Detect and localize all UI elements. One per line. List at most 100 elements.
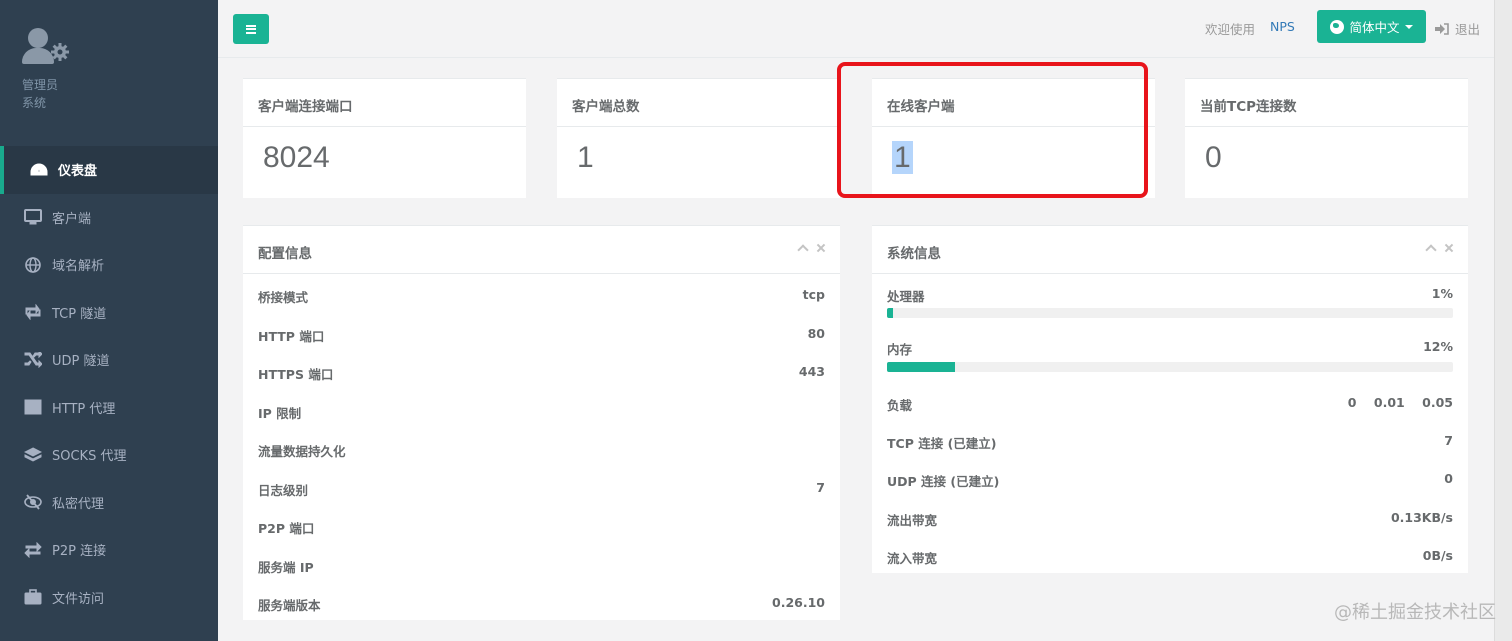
config-key: P2P 端口 xyxy=(258,521,315,536)
red-highlight-annotation xyxy=(837,62,1148,198)
config-panel: 配置信息 桥接模式 tcp HTTP 端口 80 HTTPS 端口 443 IP 限制… xyxy=(243,225,840,620)
cpu-progress-bar xyxy=(887,308,1453,318)
sidebar-item-label: TCP 隧道 xyxy=(52,306,107,322)
language-label: 简体中文 xyxy=(1349,20,1400,35)
profile-role: 管理员 xyxy=(22,78,59,92)
stat-title: 当前TCP连接数 xyxy=(1185,79,1468,127)
stat-value: 1 xyxy=(577,141,594,174)
close-icon[interactable] xyxy=(1444,243,1454,253)
random-icon xyxy=(22,351,44,369)
server-icon xyxy=(22,398,44,416)
eye-slash-icon xyxy=(22,493,44,511)
system-value: 0.13KB/s xyxy=(1390,509,1453,525)
close-icon[interactable] xyxy=(816,243,826,253)
config-key: HTTP 端口 xyxy=(258,328,325,344)
config-value: 443 xyxy=(798,364,825,379)
retweet-icon xyxy=(22,303,44,321)
logout-link[interactable]: 退出 xyxy=(1435,19,1480,38)
system-row: TCP 连接 (已建立) 7 xyxy=(872,419,1468,458)
exchange-icon xyxy=(22,541,44,559)
config-value: tcp xyxy=(802,287,825,302)
sidebar-item-label: HTTP 代理 xyxy=(52,401,116,417)
config-key: 服务端版本 xyxy=(258,598,321,613)
sidebar-item-socks-proxy[interactable]: SOCKS 代理 xyxy=(0,431,218,479)
language-dropdown[interactable]: 简体中文 xyxy=(1317,10,1426,43)
config-row: 日志级别 7 xyxy=(243,468,840,507)
sidebar-item-label: 仪表盘 xyxy=(58,164,98,180)
sign-out-icon xyxy=(1435,22,1449,35)
config-row: 桥接模式 tcp xyxy=(243,275,840,314)
stat-card-tcp-connections: 当前TCP连接数 0 xyxy=(1185,78,1468,198)
memory-progress-fill xyxy=(887,362,955,372)
load-row: 负载 0 0.01 0.05 xyxy=(872,380,1468,419)
load-label: 负载 xyxy=(887,398,913,413)
welcome-text: 欢迎使用 xyxy=(1205,22,1256,37)
sidebar-item-files[interactable]: 文件访问 xyxy=(0,574,218,622)
memory-row: 内存 12% xyxy=(872,327,1468,380)
sidebar-item-tcp[interactable]: TCP 隧道 xyxy=(0,289,218,337)
system-key: 流出带宽 xyxy=(887,512,938,528)
nps-link[interactable]: NPS xyxy=(1270,19,1295,34)
sidebar-item-label: P2P 连接 xyxy=(52,544,107,560)
cpu-progress-fill xyxy=(887,308,893,318)
config-row: HTTP 端口 80 xyxy=(243,314,840,353)
system-row: 流入带宽 0B/s xyxy=(872,534,1468,573)
system-panel: 系统信息 处理器 1% 内存 12% 负载 0 0.01 0.05 TCP 连接… xyxy=(872,225,1468,573)
scrollbar[interactable] xyxy=(1494,0,1512,641)
memory-label: 内存 xyxy=(887,342,913,357)
memory-value: 12% xyxy=(1423,339,1453,354)
sidebar-item-p2p[interactable]: P2P 连接 xyxy=(0,526,218,574)
stat-title: 客户端连接端口 xyxy=(243,79,526,127)
config-value: 80 xyxy=(807,325,825,341)
system-row: 流出带宽 0.13KB/s xyxy=(872,496,1468,535)
config-row: 服务端 IP xyxy=(243,545,840,584)
system-row: UDP 连接 (已建立) 0 xyxy=(872,457,1468,496)
load-1m: 0 xyxy=(1347,395,1357,410)
stat-title: 客户端总数 xyxy=(557,79,840,127)
stat-value: 8024 xyxy=(263,141,330,174)
sidebar-item-label: 文件访问 xyxy=(52,591,105,607)
system-key: 流入带宽 xyxy=(887,551,938,566)
caret-down-icon xyxy=(1404,24,1413,29)
user-gear-icon xyxy=(22,26,74,70)
cpu-label: 处理器 xyxy=(887,289,925,304)
config-row: P2P 端口 xyxy=(243,506,840,545)
layers-icon xyxy=(22,446,44,464)
memory-progress-bar xyxy=(887,362,1453,372)
config-row: 流量数据持久化 xyxy=(243,429,840,468)
watermark: @稀土掘金技术社区 xyxy=(1334,602,1496,623)
sidebar-item-label: 域名解析 xyxy=(52,259,105,275)
panel-title: 配置信息 xyxy=(258,246,312,262)
config-row: HTTPS 端口 443 xyxy=(243,352,840,391)
config-row: 服务端版本 0.26.10 xyxy=(243,583,840,622)
sidebar-item-udp[interactable]: UDP 隧道 xyxy=(0,336,218,384)
sidebar-item-domains[interactable]: 域名解析 xyxy=(0,241,218,289)
sidebar-item-label: 私密代理 xyxy=(52,496,105,512)
sidebar-item-dashboard[interactable]: 仪表盘 xyxy=(0,146,218,194)
collapse-chevron-icon[interactable] xyxy=(1426,243,1436,253)
config-key: 日志级别 xyxy=(258,482,309,498)
collapse-chevron-icon[interactable] xyxy=(798,243,808,253)
system-key: UDP 连接 (已建立) xyxy=(887,474,1000,489)
top-navbar: 欢迎使用 NPS 简体中文 退出 xyxy=(218,0,1494,58)
profile-label: 系统 xyxy=(22,96,47,110)
dashboard-icon xyxy=(28,161,50,179)
stat-card-total-clients: 客户端总数 1 xyxy=(557,78,840,198)
config-key: HTTPS 端口 xyxy=(258,367,334,382)
sidebar-item-label: SOCKS 代理 xyxy=(52,449,127,465)
system-key: TCP 连接 (已建立) xyxy=(887,435,997,451)
config-key: IP 限制 xyxy=(258,405,302,421)
config-value: 0.26.10 xyxy=(772,595,825,610)
briefcase-icon xyxy=(22,588,44,606)
system-value: 7 xyxy=(1444,432,1453,448)
sidebar-item-label: 客户端 xyxy=(52,211,92,227)
config-key: 服务端 IP xyxy=(258,559,314,575)
config-key: 流量数据持久化 xyxy=(258,444,346,459)
config-value: 7 xyxy=(816,479,825,495)
load-values: 0 0.01 0.05 xyxy=(1348,395,1453,410)
sidebar-item-private-proxy[interactable]: 私密代理 xyxy=(0,479,218,527)
menu-toggle-button[interactable] xyxy=(233,14,269,44)
sidebar-item-clients[interactable]: 客户端 xyxy=(0,194,218,242)
sidebar-item-http-proxy[interactable]: HTTP 代理 xyxy=(0,384,218,432)
stat-card-client-port: 客户端连接端口 8024 xyxy=(243,78,526,198)
